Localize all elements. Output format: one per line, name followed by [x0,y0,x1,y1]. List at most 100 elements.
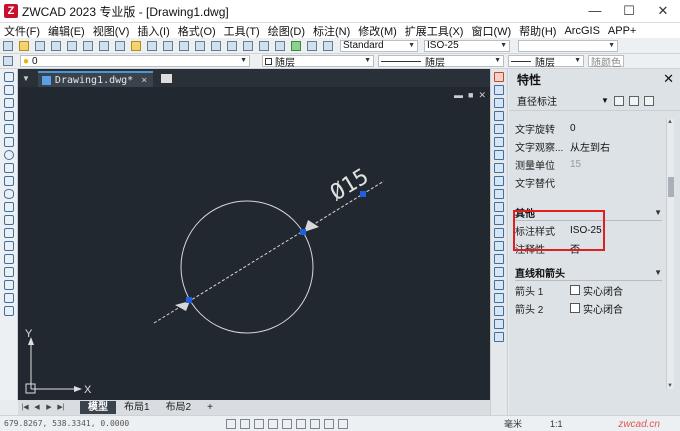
properties-scrollbar[interactable]: ▲ ▼ [666,119,674,389]
layer-select[interactable]: ● 0 ▼ [20,55,250,67]
stretch-icon[interactable] [494,176,504,186]
draw-order-icon[interactable] [494,293,504,303]
circle-entity[interactable] [180,200,314,334]
scroll-up-icon[interactable]: ▲ [667,119,673,125]
save-icon[interactable] [35,40,45,51]
maximize-button[interactable]: ☐ [612,0,646,23]
quick-properties-icon[interactable] [338,418,348,429]
prev-tab-button[interactable]: ◀ [32,403,42,413]
scroll-down-icon[interactable]: ▼ [667,383,673,389]
save-as-icon[interactable] [51,40,61,51]
color-select[interactable]: 随层 ▼ [262,55,374,69]
copy-object-icon[interactable] [494,85,504,95]
last-tab-button[interactable]: ▶| [56,403,66,413]
new-file-icon[interactable] [3,40,13,51]
table-tool-icon[interactable] [4,293,14,303]
annotation-scale[interactable]: 1:1 [550,419,563,429]
insert-block-icon[interactable] [4,215,14,225]
menu-item[interactable]: 绘图(D) [264,23,309,39]
property-row[interactable]: 文字旋转 0 [515,119,662,137]
break-icon[interactable] [494,228,504,238]
print-preview-icon[interactable] [83,40,93,51]
ortho-icon[interactable] [254,418,264,429]
group-icon[interactable] [494,306,504,316]
tool-palette-icon[interactable] [291,40,301,51]
match-properties-icon[interactable] [147,40,157,51]
table-style-select[interactable]: ▼ [518,39,618,52]
lineweight-icon[interactable] [310,418,320,429]
ungroup-icon[interactable] [494,319,504,329]
section-misc[interactable]: 其他 ▼ [515,205,662,221]
property-value[interactable]: 0 [565,123,662,134]
tab-list-icon[interactable]: ▼ [22,74,30,83]
menu-item[interactable]: APP+ [604,25,640,37]
break-point-icon[interactable] [494,215,504,225]
property-row[interactable]: 箭头 1 实心闭合 [515,281,662,299]
fillet-icon[interactable] [494,267,504,277]
ellipse-arc-tool-icon[interactable] [4,202,14,212]
add-layout-button[interactable]: + [199,401,221,414]
redo-icon[interactable] [179,40,189,51]
region-tool-icon[interactable] [4,280,14,290]
cut-icon[interactable] [99,40,109,51]
dimension-text[interactable]: Ø15 [326,164,373,206]
lineweight-select[interactable]: 随层 ▼ [508,55,584,69]
menu-item[interactable]: 文件(F) [0,23,44,39]
open-file-icon[interactable] [19,40,29,51]
arc-tool-icon[interactable] [4,137,14,147]
zoom-window-icon[interactable] [227,40,237,51]
polar-icon[interactable] [268,418,278,429]
section-lines-arrows[interactable]: 直线和箭头 ▼ [515,265,662,281]
rectangle-tool-icon[interactable] [4,124,14,134]
mirror-icon[interactable] [494,98,504,108]
menu-item[interactable]: 插入(I) [133,23,173,39]
paste-icon[interactable] [131,40,141,51]
properties-icon[interactable] [259,40,269,51]
mtext-tool-icon[interactable] [4,306,14,316]
property-row[interactable]: 注释性 否 [515,239,662,257]
property-row[interactable]: 箭头 2 实心闭合 [515,299,662,317]
xline-tool-icon[interactable] [4,85,14,95]
plot-style-select[interactable]: 随颜色 [588,55,624,69]
array-icon[interactable] [494,124,504,134]
pan-icon[interactable] [195,40,205,51]
menu-item[interactable]: 视图(V) [89,23,134,39]
ellipse-tool-icon[interactable] [4,189,14,199]
erase-icon[interactable] [494,72,504,82]
toggle-pickadd-icon[interactable] [613,95,624,106]
property-row[interactable]: 文字观察... 从左到右 [515,137,662,155]
undo-icon[interactable] [163,40,173,51]
property-row[interactable]: 标注样式 ISO-25 [515,221,662,239]
scale-icon[interactable] [494,163,504,173]
otrack-icon[interactable] [296,418,306,429]
point-tool-icon[interactable] [4,241,14,251]
offset-icon[interactable] [494,111,504,121]
text-style-select[interactable]: Standard ▼ [340,39,418,52]
dynamic-input-icon[interactable] [324,418,334,429]
line-tool-icon[interactable] [4,72,14,82]
quick-select-icon[interactable] [643,95,654,106]
menu-item[interactable]: 编辑(E) [44,23,89,39]
property-row[interactable]: 测量单位 15 [515,155,662,173]
polyline-tool-icon[interactable] [4,98,14,108]
close-tab-icon[interactable]: × [141,75,147,86]
zoom-previous-icon[interactable] [243,40,253,51]
copy-icon[interactable] [115,40,125,51]
property-row[interactable]: 文字替代 [515,173,662,191]
calculator-icon[interactable] [307,40,317,51]
trim-icon[interactable] [494,189,504,199]
layer-manager-icon[interactable] [3,56,13,66]
linetype-select[interactable]: 随层 ▼ [378,55,504,69]
select-objects-icon[interactable] [628,95,639,106]
hatch-tool-icon[interactable] [4,254,14,264]
menu-item[interactable]: 修改(M) [354,23,401,39]
close-icon[interactable]: ✕ [663,71,674,87]
tab-model[interactable]: 模型 [80,401,116,414]
measure-icon[interactable] [494,332,504,342]
scrollbar-thumb[interactable] [668,177,674,197]
menu-item[interactable]: ArcGIS [560,25,603,37]
osnap-icon[interactable] [282,418,292,429]
join-icon[interactable] [494,241,504,251]
menu-item[interactable]: 格式(O) [174,23,220,39]
grid-icon[interactable] [240,418,250,429]
